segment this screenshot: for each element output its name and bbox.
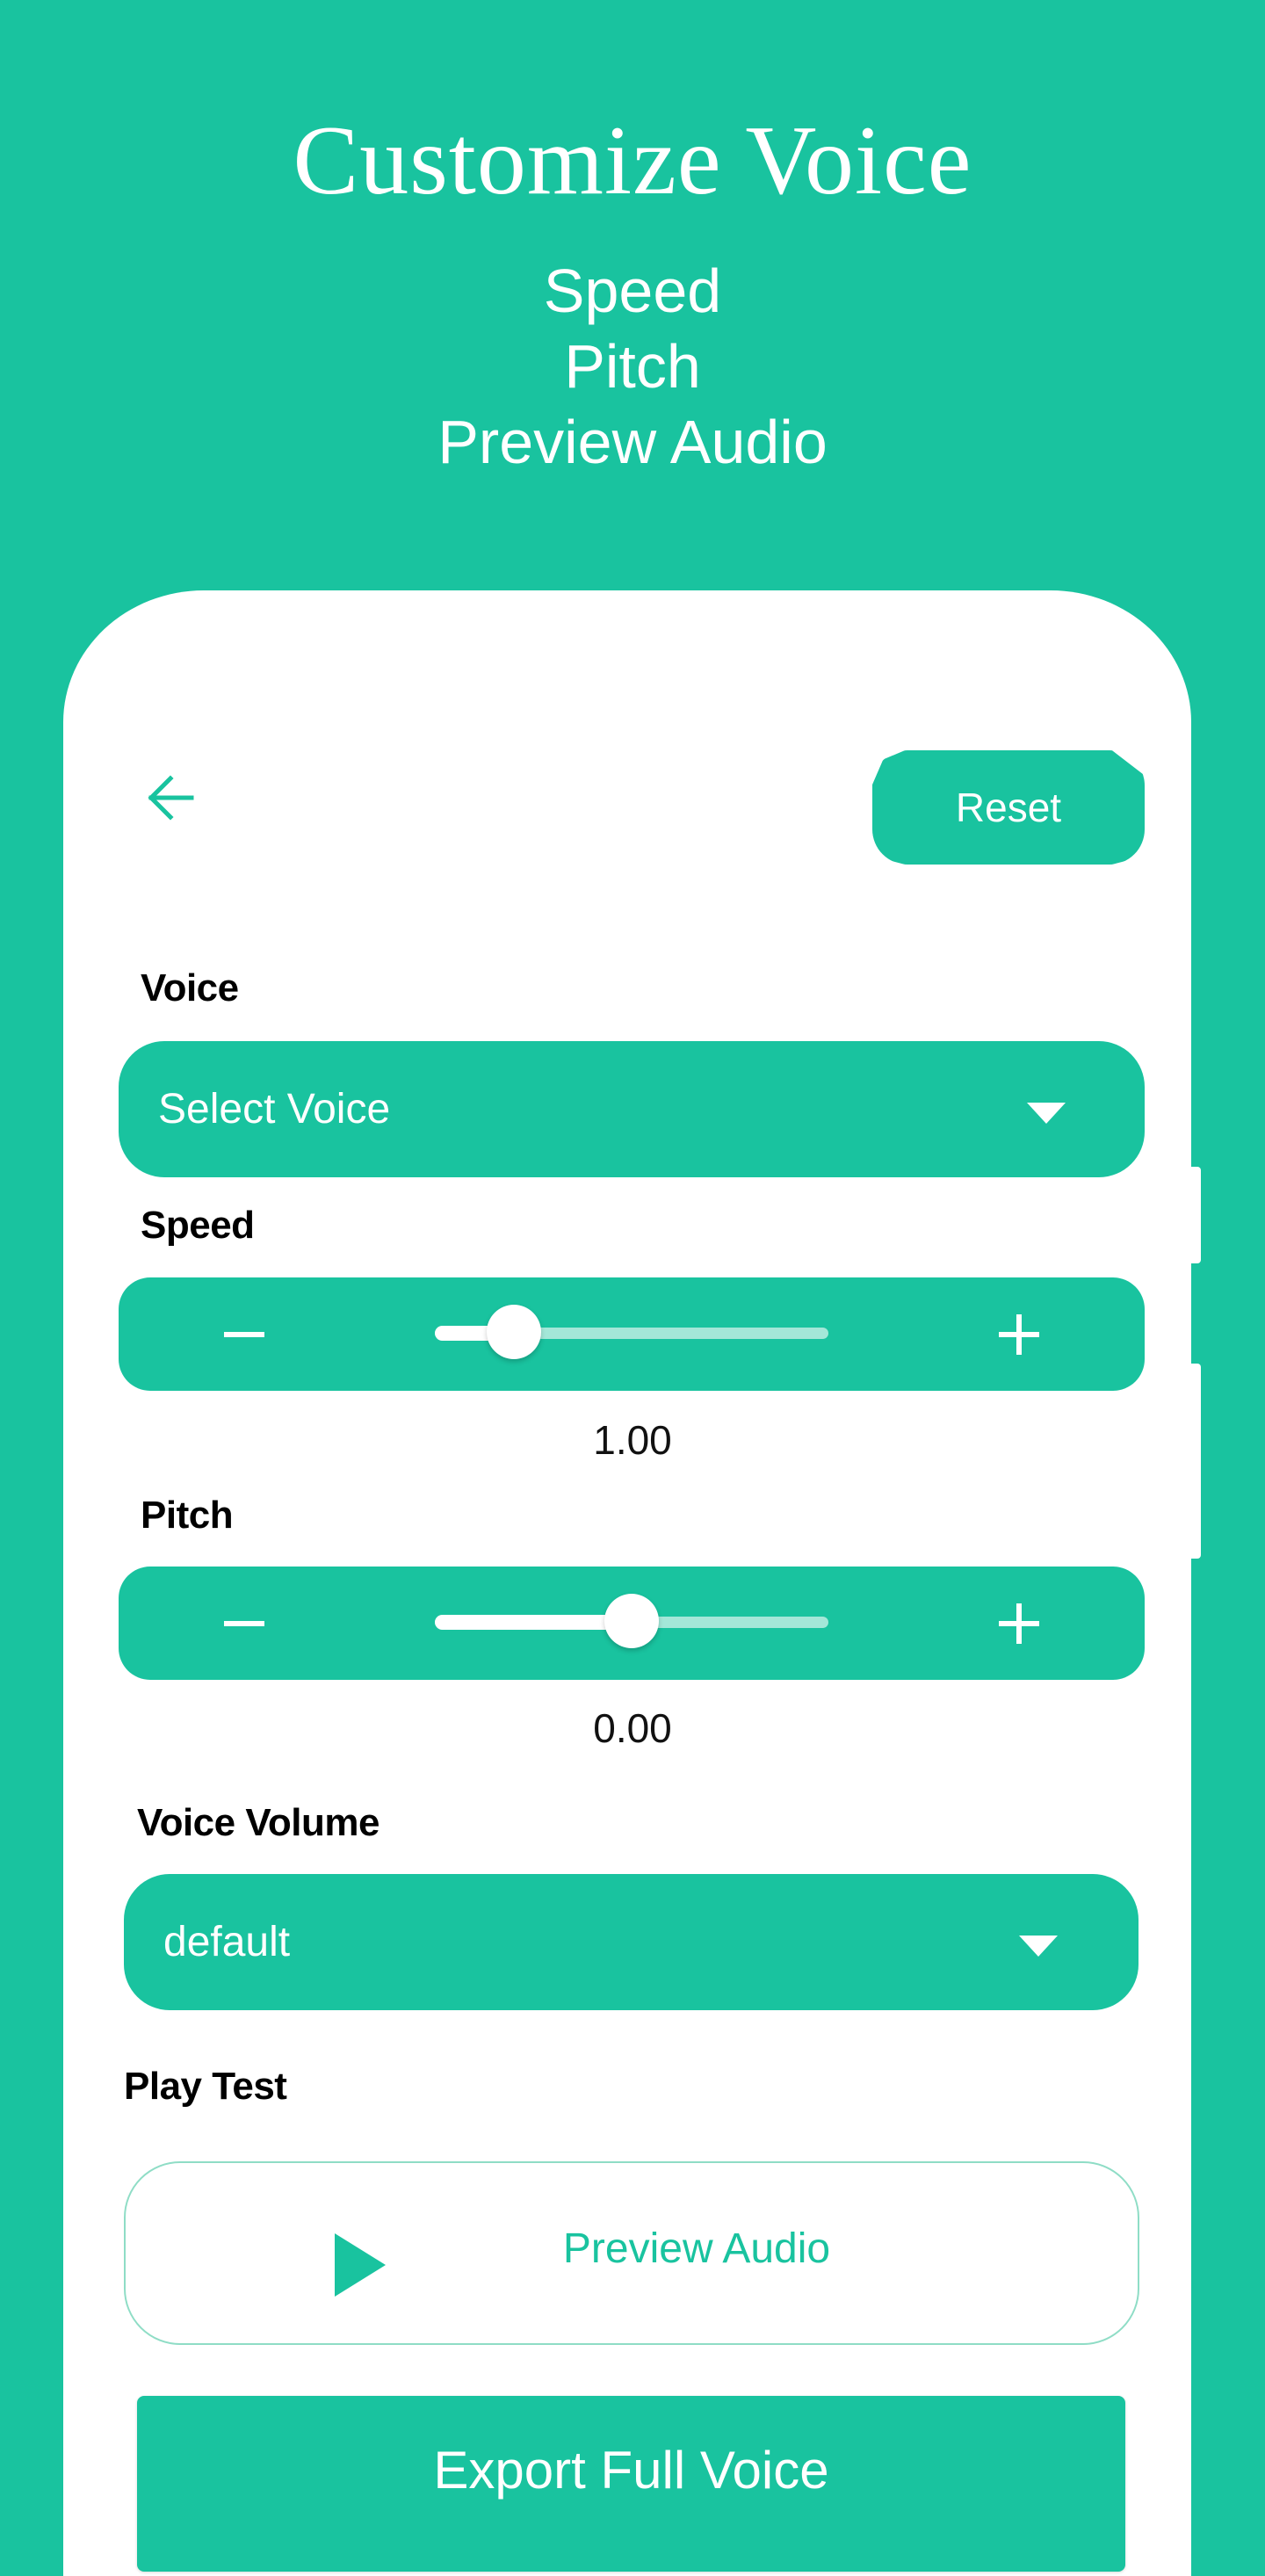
plus-icon (999, 1603, 1039, 1644)
card-edge-tab (1186, 1167, 1201, 1263)
minus-icon (224, 1620, 264, 1626)
play-test-label: Play Test (124, 2065, 287, 2108)
back-button[interactable] (141, 770, 197, 826)
plus-icon (999, 1313, 1039, 1355)
voice-volume-label: Voice Volume (137, 1801, 380, 1844)
speed-control (119, 1277, 1145, 1391)
voice-select[interactable]: Select Voice (119, 1041, 1145, 1177)
pitch-label: Pitch (141, 1494, 234, 1537)
speed-slider[interactable] (435, 1305, 828, 1359)
pitch-increase-button[interactable] (971, 1567, 1067, 1680)
pitch-slider[interactable] (435, 1594, 828, 1648)
pitch-slider-thumb[interactable] (604, 1594, 659, 1648)
voice-label: Voice (141, 966, 239, 1009)
speed-slider-thumb[interactable] (486, 1305, 541, 1359)
arrow-left-icon (148, 775, 194, 821)
speed-label: Speed (141, 1204, 255, 1247)
voice-volume-value: default (163, 1919, 291, 1965)
play-icon (335, 2233, 386, 2297)
hero-feature-preview: Preview Audio (437, 408, 828, 476)
caret-down-icon (1019, 1935, 1058, 1957)
speed-increase-button[interactable] (971, 1277, 1067, 1391)
export-full-voice-button[interactable]: Export Full Voice (137, 2396, 1125, 2572)
pitch-value: 0.00 (593, 1705, 672, 1751)
voice-volume-select[interactable]: default (124, 1874, 1138, 2010)
pitch-control (119, 1567, 1145, 1680)
hero-feature-pitch: Pitch (564, 332, 701, 401)
pitch-slider-fill (435, 1615, 632, 1630)
reset-button[interactable]: Reset (872, 750, 1145, 865)
pitch-decrease-button[interactable] (196, 1567, 293, 1680)
preview-audio-label: Preview Audio (562, 2225, 831, 2272)
voice-select-value: Select Voice (158, 1086, 391, 1132)
hero-feature-speed: Speed (543, 257, 722, 325)
minus-icon (224, 1331, 264, 1337)
preview-audio-button[interactable]: Preview Audio (124, 2161, 1139, 2345)
hero-title: Customize Voice (293, 106, 972, 215)
speed-decrease-button[interactable] (196, 1277, 293, 1391)
speed-value: 1.00 (593, 1417, 672, 1463)
caret-down-icon (1027, 1102, 1066, 1124)
